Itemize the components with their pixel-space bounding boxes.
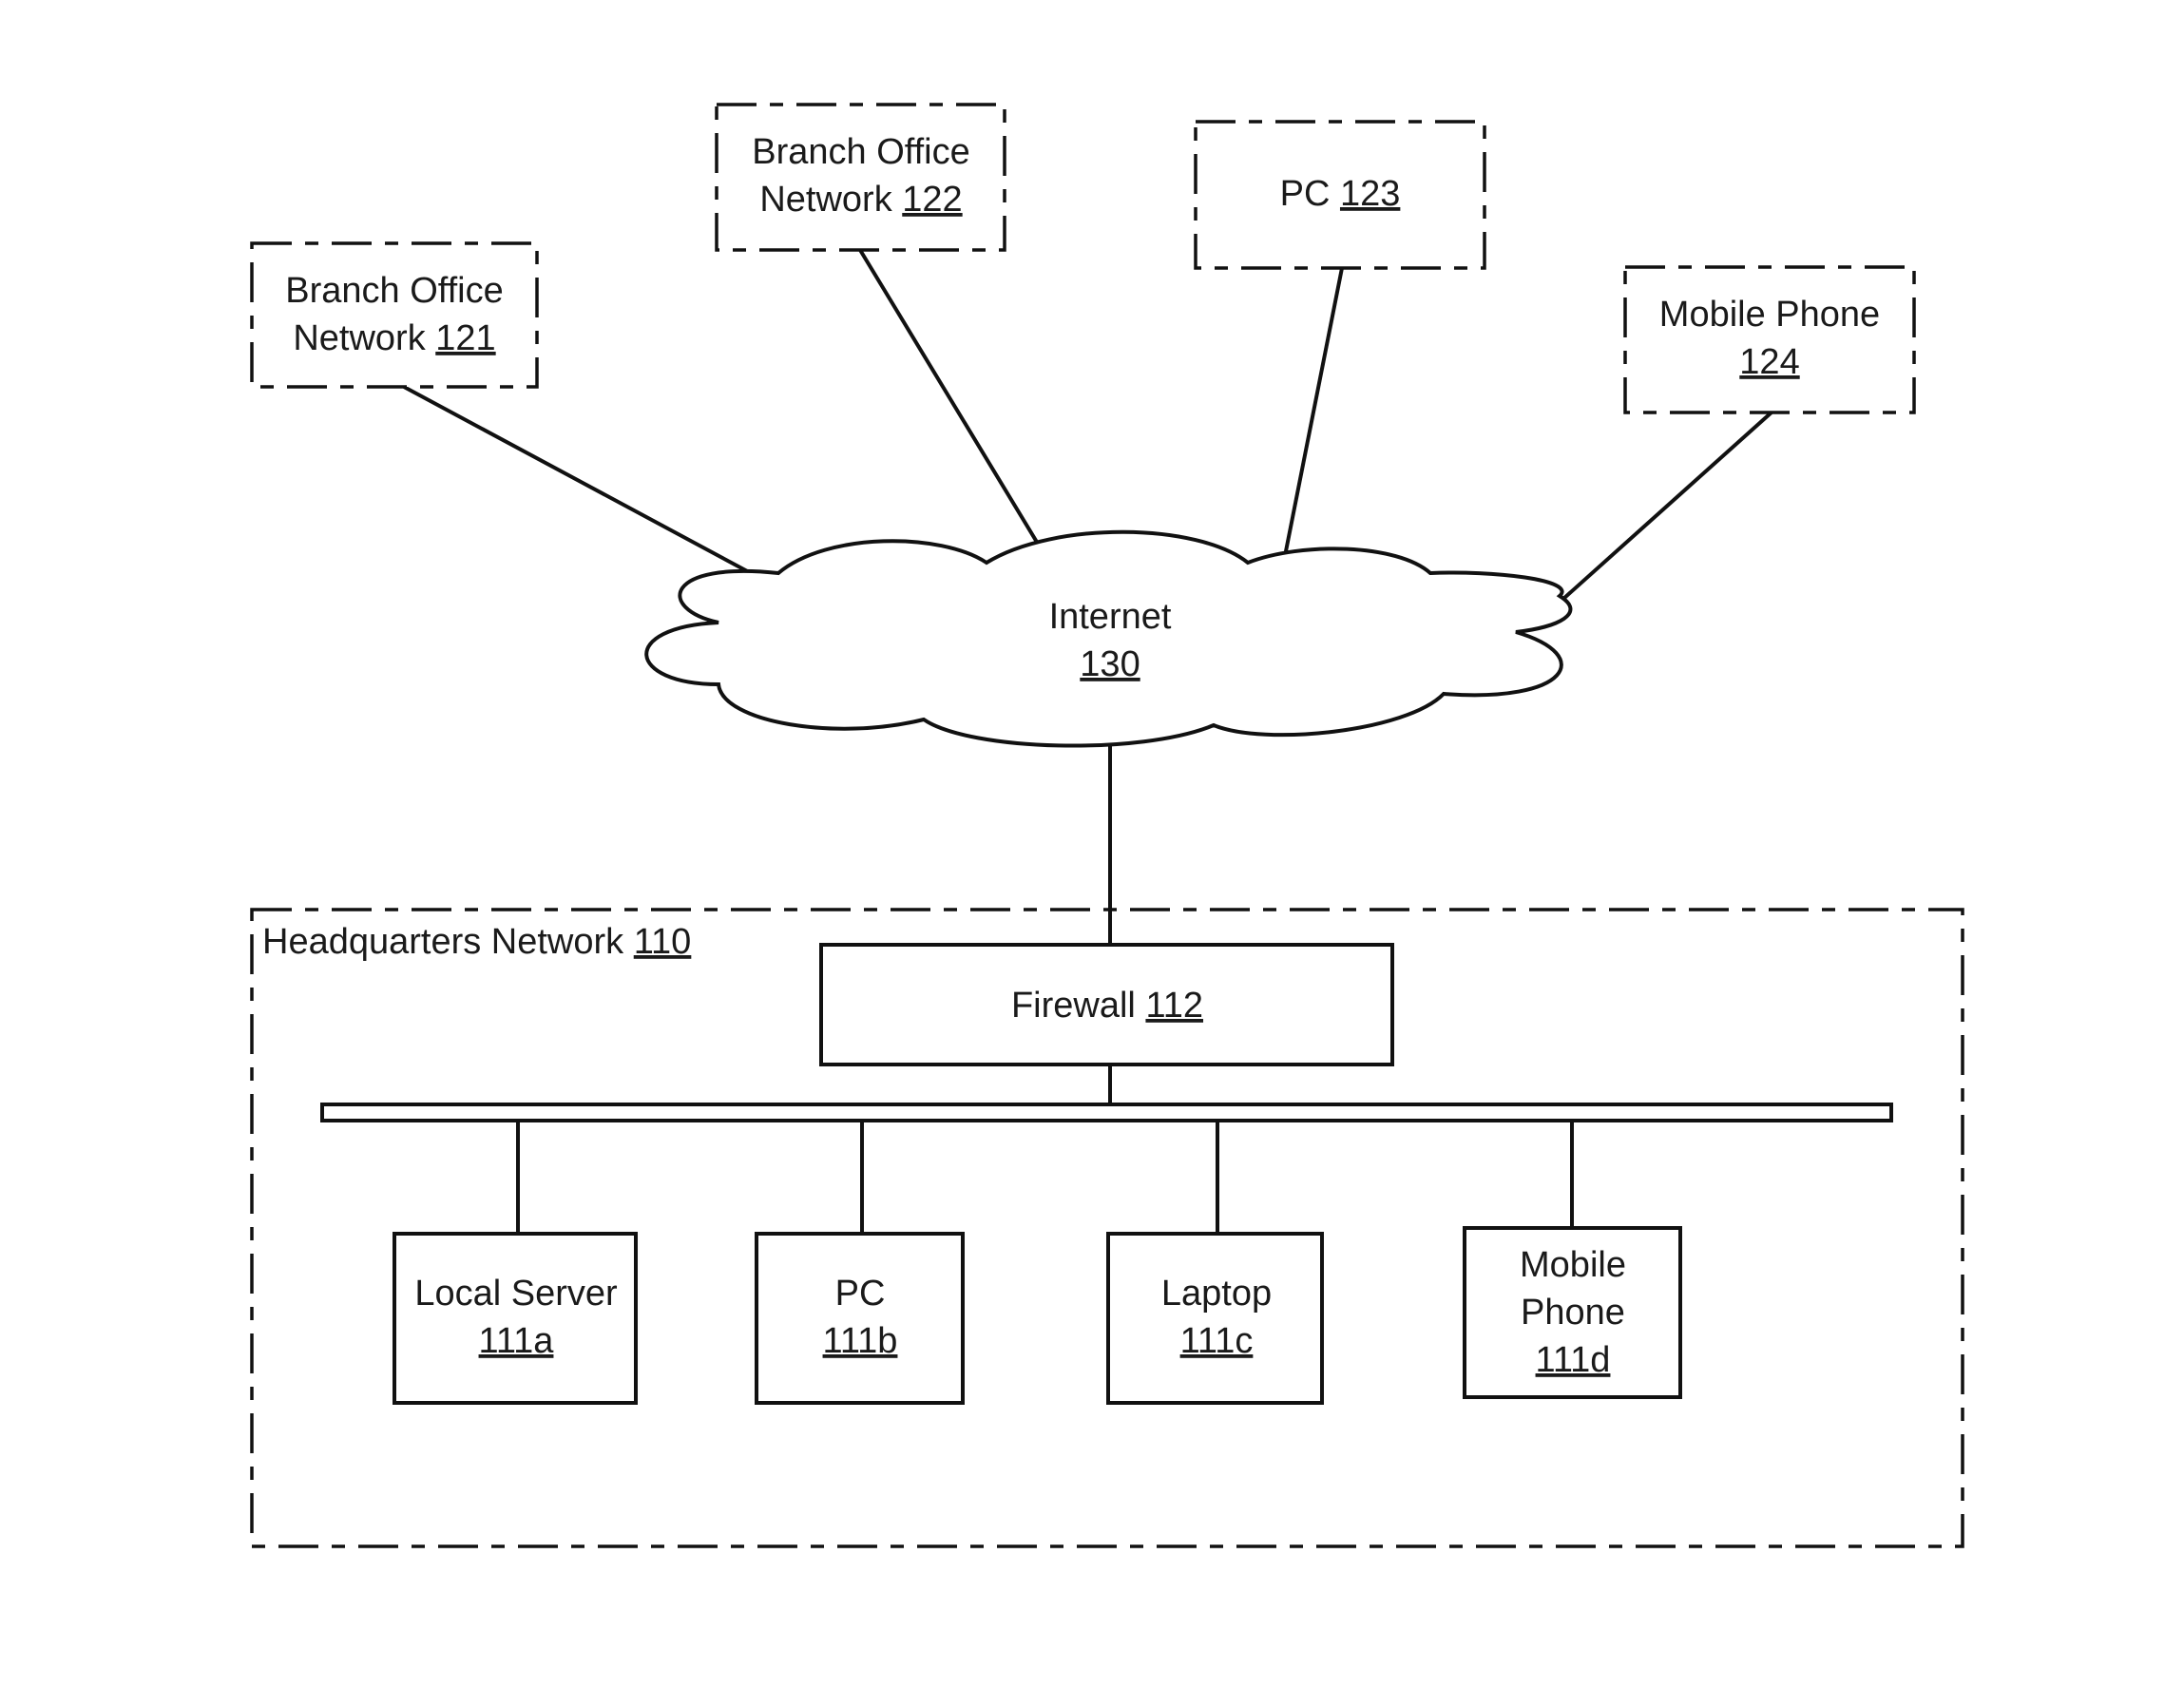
node-laptop-111c: Laptop 111c xyxy=(1106,1232,1324,1405)
internet-ref: 130 xyxy=(1080,644,1140,684)
link-pc-123-internet xyxy=(1283,267,1344,557)
branch-122-line1: Branch Office xyxy=(752,132,970,172)
pc-box xyxy=(755,1232,965,1405)
branch-121-line2: Network 121 xyxy=(293,318,495,358)
local-server-label: Local Server xyxy=(414,1274,618,1314)
laptop-label: Laptop xyxy=(1161,1274,1272,1314)
node-firewall-112: Firewall 112 xyxy=(819,943,1394,1066)
laptop-ref: 111c xyxy=(1180,1321,1254,1361)
node-mobile-phone-124: Mobile Phone 124 xyxy=(1623,265,1916,414)
pc-123-label: PC 123 xyxy=(1280,174,1401,214)
mobile-124-ref: 124 xyxy=(1739,342,1799,382)
firewall-ref: 112 xyxy=(1145,986,1203,1026)
node-mobile-phone-111d: Mobile Phone 111d xyxy=(1463,1226,1682,1399)
branch-121-box xyxy=(250,241,539,389)
pc-label: PC xyxy=(835,1274,886,1314)
branch-121-line1: Branch Office xyxy=(285,271,504,311)
local-server-ref: 111a xyxy=(479,1321,555,1361)
branch-121-ref: 121 xyxy=(435,318,495,358)
mobile-124-box xyxy=(1623,265,1916,414)
link-branch-121-internet xyxy=(403,385,752,575)
lan-bus xyxy=(320,1103,1893,1122)
internet-label: Internet xyxy=(1049,597,1172,637)
node-branch-office-121: Branch Office Network 121 xyxy=(250,241,539,389)
headquarters-network-label: Headquarters Network 110 xyxy=(262,922,691,962)
mobile-phone-line2: Phone xyxy=(1521,1293,1625,1333)
node-branch-office-122: Branch Office Network 122 xyxy=(715,103,1006,252)
branch-122-line2: Network 122 xyxy=(759,180,962,220)
pc-ref: 111b xyxy=(823,1321,898,1361)
pc-123-ref: 123 xyxy=(1340,174,1400,214)
local-server-box xyxy=(393,1232,638,1405)
headquarters-ref: 110 xyxy=(634,922,692,962)
link-branch-122-internet xyxy=(858,248,1040,546)
mobile-phone-line1: Mobile xyxy=(1520,1245,1626,1285)
internet-cloud xyxy=(644,529,1573,748)
mobile-124-line1: Mobile Phone xyxy=(1659,295,1880,335)
network-diagram: Headquarters Network 110 Internet 130 Br… xyxy=(250,103,1964,1548)
node-pc-123: PC 123 xyxy=(1194,120,1486,270)
link-mobile-124-internet xyxy=(1561,410,1774,601)
branch-122-box xyxy=(715,103,1006,252)
node-pc-111b: PC 111b xyxy=(755,1232,965,1405)
branch-122-ref: 122 xyxy=(902,180,962,220)
node-local-server-111a: Local Server 111a xyxy=(393,1232,638,1405)
laptop-box xyxy=(1106,1232,1324,1405)
firewall-label: Firewall 112 xyxy=(1011,986,1203,1026)
mobile-phone-ref: 111d xyxy=(1536,1340,1611,1380)
